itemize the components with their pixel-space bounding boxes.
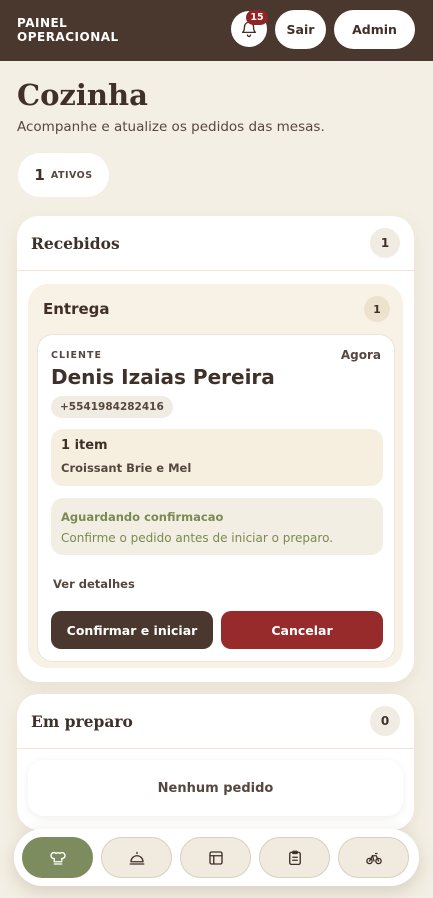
- order-card: CLIENTE Agora Denis Izaias Pereira +5541…: [37, 334, 395, 662]
- column-title: Recebidos: [31, 233, 120, 253]
- top-bar: PAINEL OPERACIONAL 15 Sair Admin: [0, 0, 433, 61]
- bicycle-icon: [365, 852, 382, 864]
- client-name: Denis Izaias Pereira: [51, 365, 275, 389]
- nav-serving-button[interactable]: [101, 837, 172, 878]
- items-count: 1 item: [61, 438, 108, 453]
- page-title: Cozinha: [17, 78, 148, 112]
- brand: PAINEL OPERACIONAL: [17, 16, 119, 44]
- empty-state: Nenhum pedido: [28, 760, 403, 816]
- column-title: Em preparo: [31, 711, 133, 731]
- order-status-box: Aguardando confirmacao Confirme o pedido…: [51, 498, 383, 555]
- brand-line-2: OPERACIONAL: [17, 30, 119, 44]
- column-header: Em preparo 0: [17, 694, 414, 749]
- cloche-icon: [129, 851, 144, 865]
- column-recebidos: Recebidos 1 Entrega 1 CLIENTE Agora Deni…: [17, 216, 414, 682]
- admin-button[interactable]: Admin: [334, 10, 415, 49]
- clipboard-icon: [288, 850, 301, 865]
- cancel-order-button[interactable]: Cancelar: [221, 611, 383, 649]
- nav-tables-button[interactable]: [180, 837, 251, 878]
- column-em-preparo: Em preparo 0 Nenhum pedido: [17, 694, 414, 830]
- view-details-link[interactable]: Ver detalhes: [53, 577, 135, 591]
- confirm-start-button[interactable]: Confirmar e iniciar: [51, 611, 213, 649]
- nav-kitchen-button[interactable]: [22, 837, 93, 878]
- status-description: Confirme o pedido antes de iniciar o pre…: [61, 531, 334, 545]
- column-count: 0: [370, 706, 400, 736]
- items-description: Croissant Brie e Mel: [61, 461, 192, 475]
- nav-orders-button[interactable]: [259, 837, 330, 878]
- group-title: Entrega: [43, 300, 110, 318]
- order-time: Agora: [340, 348, 381, 362]
- client-label: CLIENTE: [51, 350, 102, 361]
- column-header: Recebidos 1: [17, 216, 414, 271]
- active-label: ATIVOS: [50, 169, 93, 181]
- status-title: Aguardando confirmacao: [61, 510, 224, 524]
- bottom-nav: [14, 829, 419, 886]
- column-count: 1: [370, 228, 400, 258]
- active-orders-chip: 1 ATIVOS: [18, 153, 109, 197]
- logout-button[interactable]: Sair: [275, 10, 326, 49]
- chef-hat-icon: [49, 851, 66, 865]
- brand-line-1: PAINEL: [17, 16, 68, 30]
- group-entrega: Entrega 1 CLIENTE Agora Denis Izaias Per…: [28, 284, 403, 668]
- order-items-box: 1 item Croissant Brie e Mel: [51, 429, 383, 486]
- group-count: 1: [364, 296, 390, 322]
- active-count: 1: [34, 166, 45, 184]
- client-phone: +5541984282416: [51, 396, 173, 418]
- nav-delivery-button[interactable]: [338, 837, 409, 878]
- notification-count-badge: 15: [246, 10, 268, 25]
- table-layout-icon: [208, 850, 223, 865]
- page-subtitle: Acompanhe e atualize os pedidos das mesa…: [17, 119, 325, 135]
